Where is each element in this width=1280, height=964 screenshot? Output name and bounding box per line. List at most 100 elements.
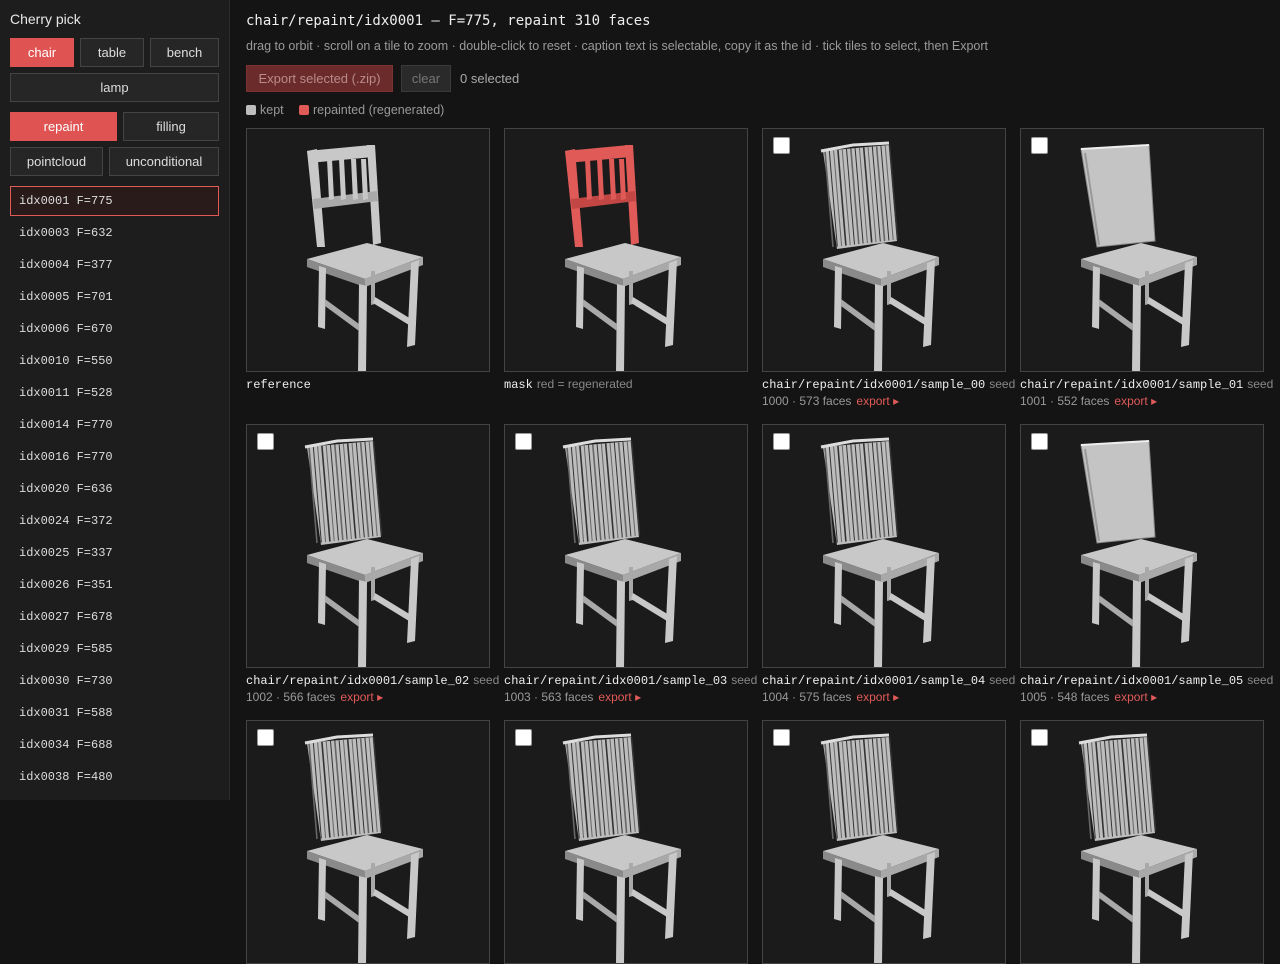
list-item[interactable]: idx0029 F=585 (10, 634, 219, 664)
seed-faces-text: 1001 · 552 faces (1020, 394, 1110, 408)
tile-meta: 1000 · 573 faces export ▸ (762, 394, 899, 408)
list-item[interactable]: idx0020 F=636 (10, 474, 219, 504)
sample-viewer[interactable] (762, 424, 1006, 668)
repainted-swatch (299, 105, 309, 115)
mode-button-unconditional[interactable]: unconditional (109, 147, 219, 176)
list-item[interactable]: idx0025 F=337 (10, 538, 219, 568)
list-item[interactable]: idx0034 F=688 (10, 730, 219, 760)
tile-caption: chair/repaint/idx0001/sample_02 seed (246, 673, 499, 688)
export-link[interactable]: export ▸ (1114, 690, 1157, 704)
tile-caption: chair/repaint/idx0001/sample_00 seed (762, 377, 1015, 392)
tile-tag: seed (989, 377, 1016, 391)
mask-viewer[interactable] (504, 128, 748, 372)
seed-faces-text: 1002 · 566 faces (246, 690, 336, 704)
sample-viewer[interactable] (762, 720, 1006, 964)
select-checkbox[interactable] (773, 137, 790, 154)
list-item[interactable]: idx0006 F=670 (10, 314, 219, 344)
list-item[interactable]: idx0016 F=770 (10, 442, 219, 472)
seed-faces-text: 1000 · 573 faces (762, 394, 852, 408)
tile-tag: red = regenerated (536, 377, 633, 391)
chair-render (1080, 144, 1197, 371)
mode-button-repaint[interactable]: repaint (10, 112, 117, 141)
chair-render (562, 437, 681, 667)
chair-render (304, 437, 423, 667)
reference-viewer[interactable] (246, 128, 490, 372)
sample-viewer[interactable] (504, 424, 748, 668)
export-link[interactable]: export ▸ (598, 690, 641, 704)
list-item[interactable]: idx0004 F=377 (10, 250, 219, 280)
list-item[interactable]: idx0026 F=351 (10, 570, 219, 600)
page-title: chair/repaint/idx0001 — F=775, repaint 3… (246, 13, 651, 29)
chair-render (304, 733, 423, 963)
sample-viewer[interactable] (1020, 424, 1264, 668)
tile-id: chair/repaint/idx0001/sample_04 (762, 674, 986, 688)
select-checkbox[interactable] (515, 433, 532, 450)
seed-faces-text: 1004 · 575 faces (762, 690, 852, 704)
chair-render (1080, 440, 1197, 667)
export-link[interactable]: export ▸ (856, 394, 899, 408)
select-checkbox[interactable] (1031, 433, 1048, 450)
sample-viewer[interactable] (1020, 128, 1264, 372)
list-item[interactable]: idx0003 F=632 (10, 218, 219, 248)
category-button-chair[interactable]: chair (10, 38, 74, 67)
chair-render (307, 145, 423, 371)
clear-button[interactable]: clear (401, 65, 451, 92)
list-item[interactable]: idx0024 F=372 (10, 506, 219, 536)
export-link[interactable]: export ▸ (340, 690, 383, 704)
mode-button-pointcloud[interactable]: pointcloud (10, 147, 103, 176)
chair-render (820, 437, 939, 667)
select-checkbox[interactable] (1031, 729, 1048, 746)
seed-faces-text: 1005 · 548 faces (1020, 690, 1110, 704)
legend-kept-label: kept (260, 103, 284, 117)
list-item[interactable]: idx0027 F=678 (10, 602, 219, 632)
tile-tag: seed (1247, 377, 1274, 391)
export-selected-button[interactable]: Export selected (.zip) (246, 65, 393, 92)
list-item[interactable]: idx0010 F=550 (10, 346, 219, 376)
category-button-bench[interactable]: bench (150, 38, 219, 67)
tile-meta: 1003 · 563 faces export ▸ (504, 690, 641, 704)
legend-repainted-label: repainted (regenerated) (313, 103, 445, 117)
sample-viewer[interactable] (246, 720, 490, 964)
tile-id: mask (504, 378, 533, 392)
sample-viewer[interactable] (762, 128, 1006, 372)
sample-viewer[interactable] (246, 424, 490, 668)
tile-caption: chair/repaint/idx0001/sample_04 seed (762, 673, 1015, 688)
list-item[interactable]: idx0038 F=480 (10, 762, 219, 792)
list-item[interactable]: idx0011 F=528 (10, 378, 219, 408)
chair-render (820, 733, 939, 963)
tile-id: chair/repaint/idx0001/sample_03 (504, 674, 728, 688)
sidebar: Cherry pick chair table bench lamp repai… (0, 0, 230, 800)
app-title: Cherry pick (10, 11, 81, 27)
tile-meta: 1001 · 552 faces export ▸ (1020, 394, 1157, 408)
selected-count: 0 selected (460, 71, 520, 86)
select-checkbox[interactable] (1031, 137, 1048, 154)
list-item[interactable]: idx0001 F=775 (10, 186, 219, 216)
tile-tag: seed (473, 673, 500, 687)
tile-caption: chair/repaint/idx0001/sample_01 seed (1020, 377, 1273, 392)
instructions-text: drag to orbit · scroll on a tile to zoom… (246, 39, 988, 53)
list-item[interactable]: idx0005 F=701 (10, 282, 219, 312)
tile-tag: seed (731, 673, 758, 687)
select-checkbox[interactable] (515, 729, 532, 746)
category-button-lamp[interactable]: lamp (10, 73, 219, 102)
export-link[interactable]: export ▸ (856, 690, 899, 704)
tile-caption: chair/repaint/idx0001/sample_03 seed (504, 673, 757, 688)
sample-viewer[interactable] (1020, 720, 1264, 964)
category-button-table[interactable]: table (80, 38, 144, 67)
select-checkbox[interactable] (773, 433, 790, 450)
list-item[interactable]: idx0030 F=730 (10, 666, 219, 696)
tile-id: chair/repaint/idx0001/sample_05 (1020, 674, 1244, 688)
legend-repainted: repainted (regenerated) (299, 103, 444, 117)
tile-tag: seed (1247, 673, 1274, 687)
mode-button-filling[interactable]: filling (123, 112, 219, 141)
select-checkbox[interactable] (257, 433, 274, 450)
list-item[interactable]: idx0031 F=588 (10, 698, 219, 728)
list-item[interactable]: idx0014 F=770 (10, 410, 219, 440)
sample-viewer[interactable] (504, 720, 748, 964)
tile-meta: 1004 · 575 faces export ▸ (762, 690, 899, 704)
select-checkbox[interactable] (773, 729, 790, 746)
export-link[interactable]: export ▸ (1114, 394, 1157, 408)
seed-faces-text: 1003 · 563 faces (504, 690, 594, 704)
select-checkbox[interactable] (257, 729, 274, 746)
tile-caption: chair/repaint/idx0001/sample_05 seed (1020, 673, 1273, 688)
